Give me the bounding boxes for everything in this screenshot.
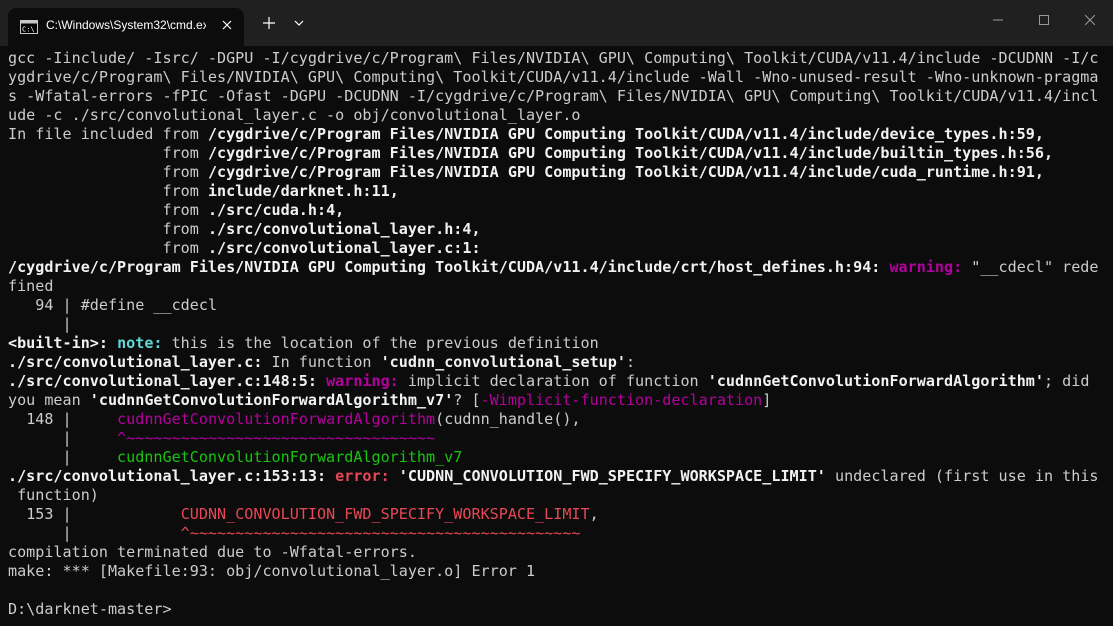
console-line: ude -c ./src/convolutional_layer.c -o ob…	[8, 106, 581, 124]
console-line: ./src/convolutional_layer.c:153:13: erro…	[8, 467, 1099, 485]
console-line: 153 | CUDNN_CONVOLUTION_FWD_SPECIFY_WORK…	[26, 505, 599, 523]
console-line: ygdrive/c/Program\ Files/NVIDIA\ GPU\ Co…	[8, 68, 1099, 86]
console-line: | ^~~~~~~~~~~~~~~~~~~~~~~~~~~~~~~~~~~	[8, 429, 436, 447]
console-line: ./src/convolutional_layer.c: In function…	[8, 353, 636, 371]
console-output[interactable]: gcc -Iinclude/ -Isrc/ -DGPU -I/cygdrive/…	[8, 49, 1108, 626]
console-line: <built-in>: note: this is the location o…	[8, 334, 599, 352]
console-line: |	[8, 315, 72, 333]
console-line: ./src/convolutional_layer.c:148:5: warni…	[8, 372, 1090, 390]
title-bar: C:\ C:\Windows\System32\cmd.ex	[0, 0, 1113, 46]
plus-icon	[263, 17, 275, 29]
console-line: from ./src/cuda.h:4,	[162, 201, 345, 219]
prompt-line[interactable]: D:\darknet-master>	[8, 600, 172, 618]
maximize-icon	[1039, 15, 1049, 25]
svg-text:C:\: C:\	[22, 26, 35, 34]
minimize-button[interactable]	[975, 0, 1021, 40]
close-icon	[1085, 15, 1095, 25]
console-line: function)	[8, 486, 99, 504]
console-line: | cudnnGetConvolutionForwardAlgorithm_v7	[8, 448, 463, 466]
console-line: you mean 'cudnnGetConvolutionForwardAlgo…	[8, 391, 772, 409]
maximize-button[interactable]	[1021, 0, 1067, 40]
console-line: from /cygdrive/c/Program Files/NVIDIA GP…	[162, 163, 1044, 181]
minimize-icon	[993, 19, 1003, 21]
console-line: compilation terminated due to -Wfatal-er…	[8, 543, 417, 561]
console-line: fined	[8, 277, 54, 295]
cmd-icon: C:\	[20, 20, 38, 34]
console-line: gcc -Iinclude/ -Isrc/ -DGPU -I/cygdrive/…	[8, 49, 1099, 67]
tab-title: C:\Windows\System32\cmd.ex	[46, 18, 206, 32]
close-window-button[interactable]	[1067, 0, 1113, 40]
tab-close-icon[interactable]	[218, 16, 236, 34]
console-line: s -Wfatal-errors -fPIC -Ofast -DGPU -DCU…	[8, 87, 1099, 105]
console-line: from ./src/convolutional_layer.c:1:	[162, 239, 481, 257]
console-line: In file included from /cygdrive/c/Progra…	[8, 125, 1044, 143]
console-line: make: *** [Makefile:93: obj/convolutiona…	[8, 562, 536, 580]
console-line: 94 | #define __cdecl	[35, 296, 218, 314]
new-tab-button[interactable]	[256, 12, 282, 34]
console-line: from ./src/convolutional_layer.h:4,	[162, 220, 481, 238]
chevron-down-icon	[294, 20, 304, 26]
console-line: from include/darknet.h:11,	[162, 182, 399, 200]
console-line: | ^~~~~~~~~~~~~~~~~~~~~~~~~~~~~~~~~~~~~~…	[8, 524, 581, 542]
console-line: from /cygdrive/c/Program Files/NVIDIA GP…	[162, 144, 1054, 162]
tab-cmd[interactable]: C:\ C:\Windows\System32\cmd.ex	[8, 8, 244, 46]
tab-dropdown-button[interactable]	[288, 12, 310, 34]
console-line: /cygdrive/c/Program Files/NVIDIA GPU Com…	[8, 258, 1099, 276]
console-line: 148 | cudnnGetConvolutionForwardAlgorith…	[26, 410, 581, 428]
